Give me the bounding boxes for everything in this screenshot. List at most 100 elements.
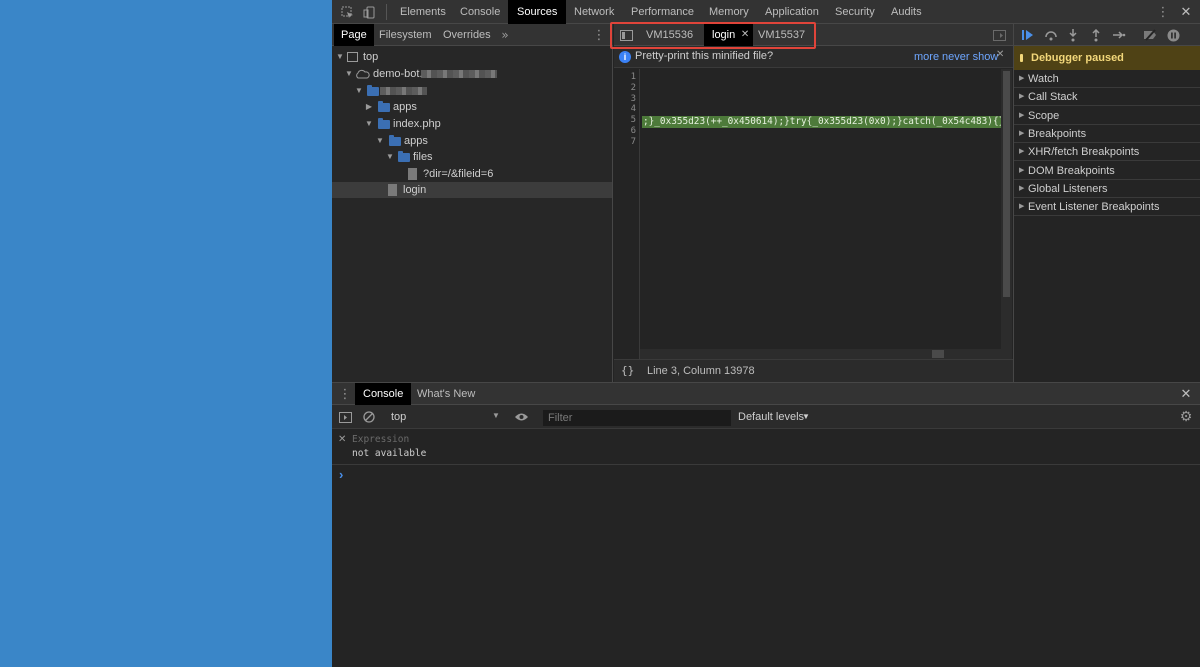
context-selector[interactable]: top ▼	[385, 409, 503, 425]
more-tabs-icon[interactable]: »	[499, 27, 511, 43]
close-drawer-icon[interactable]: ✕	[1178, 386, 1194, 402]
section-xhr-breakpoints[interactable]: ▶ XHR/fetch Breakpoints	[1014, 143, 1200, 161]
section-label: XHR/fetch Breakpoints	[1028, 146, 1140, 158]
section-call-stack[interactable]: ▶ Call Stack	[1014, 88, 1200, 106]
resume-icon[interactable]	[1020, 28, 1036, 42]
debugger-sidebar: Debugger paused ▶ Watch ▶ Call Stack ▶ Scop…	[1013, 24, 1200, 382]
editor-horizontal-scroll-thumb[interactable]	[932, 350, 944, 358]
tab-filesystem[interactable]: Filesystem	[372, 24, 439, 46]
section-label: Scope	[1028, 110, 1060, 122]
toggle-debugger-icon[interactable]	[992, 28, 1006, 42]
context-value: top	[391, 411, 407, 423]
show-sidebar-icon[interactable]	[338, 410, 352, 424]
log-levels-dropdown[interactable]: Default levels ▼	[738, 409, 818, 425]
console-settings-gear-icon[interactable]: ⚙	[1178, 409, 1194, 425]
step-into-icon[interactable]	[1066, 28, 1080, 42]
console-drawer: ⋮ Console What's New ✕ top ▼ Default lev…	[332, 382, 1200, 667]
tree-item-top[interactable]: ▼ top	[332, 49, 612, 65]
deactivate-breakpoints-icon[interactable]	[1142, 28, 1158, 42]
collapsed-arrow-icon: ▶	[1019, 130, 1025, 137]
expanded-arrow-icon: ▼	[336, 52, 344, 61]
tree-item-label: top	[363, 51, 379, 63]
section-breakpoints[interactable]: ▶ Breakpoints	[1014, 125, 1200, 143]
tab-performance[interactable]: Performance	[622, 0, 703, 24]
cloud-icon	[354, 66, 370, 82]
tree-item-files[interactable]: ▼ files	[332, 149, 612, 165]
remove-expression-icon[interactable]: ✕	[338, 434, 346, 445]
tree-item-login[interactable]: login	[332, 182, 612, 198]
editor-vertical-scroll-thumb[interactable]	[1003, 71, 1010, 297]
line-number: 6	[630, 126, 636, 136]
pause-on-exceptions-icon[interactable]	[1166, 28, 1180, 42]
tree-item-label: login	[403, 184, 427, 196]
navigator-menu-icon[interactable]: ⋮	[593, 27, 606, 43]
tab-sources[interactable]: Sources	[508, 0, 567, 24]
tree-item-domain[interactable]: ▼ demo-bot.	[332, 66, 612, 82]
folder-icon	[378, 101, 390, 112]
expanded-arrow-icon: ▼	[376, 136, 384, 145]
live-expression-eye-icon[interactable]	[513, 410, 529, 424]
dropdown-arrow-icon: ▼	[802, 412, 810, 421]
infobar-close-icon[interactable]: ✕	[996, 49, 1004, 60]
tab-page[interactable]: Page	[334, 24, 374, 46]
section-global-listeners[interactable]: ▶ Global Listeners	[1014, 180, 1200, 198]
section-label: Breakpoints	[1028, 128, 1087, 140]
infobar-never-show-link[interactable]: never show	[942, 51, 998, 63]
toolbar-divider	[386, 4, 387, 20]
drawer-menu-icon[interactable]: ⋮	[339, 386, 352, 402]
tab-console-drawer[interactable]: Console	[355, 383, 412, 405]
inspect-element-icon[interactable]	[340, 5, 354, 19]
tab-whats-new[interactable]: What's New	[409, 383, 483, 405]
clear-console-icon[interactable]	[362, 410, 376, 424]
tab-application[interactable]: Application	[756, 0, 828, 24]
tree-item-folder[interactable]: ▼	[332, 83, 612, 99]
section-dom-breakpoints[interactable]: ▶ DOM Breakpoints	[1014, 162, 1200, 180]
pretty-print-icon[interactable]: {}	[621, 364, 634, 377]
navigator-tabs: Page Filesystem Overrides » ⋮	[332, 24, 613, 46]
tab-network[interactable]: Network	[565, 0, 623, 24]
step-icon[interactable]	[1111, 28, 1127, 42]
close-devtools-icon[interactable]: ✕	[1178, 4, 1194, 20]
collapsed-arrow-icon: ▶	[1019, 203, 1025, 210]
tree-item-apps[interactable]: ▶ apps	[332, 99, 612, 115]
expanded-arrow-icon: ▼	[355, 86, 363, 95]
line-number: 4	[630, 104, 636, 114]
line-number: 2	[630, 83, 636, 93]
editor-horizontal-scrollbar[interactable]	[640, 349, 1001, 359]
live-expression: ✕ Expression not available	[332, 429, 1200, 465]
devtools-window: Elements Console Sources Network Perform…	[332, 0, 1200, 667]
section-scope[interactable]: ▶ Scope	[1014, 107, 1200, 125]
tree-item-apps[interactable]: ▼ apps	[332, 133, 612, 149]
expression-input[interactable]: Expression	[352, 434, 409, 445]
tab-memory[interactable]: Memory	[700, 0, 758, 24]
device-toolbar-icon[interactable]	[362, 5, 376, 19]
expanded-arrow-icon: ▼	[365, 119, 373, 128]
tree-item-file[interactable]: ?dir=/&fileid=6	[332, 166, 612, 182]
section-watch[interactable]: ▶ Watch	[1014, 70, 1200, 88]
console-filter-input[interactable]	[543, 410, 731, 426]
file-icon	[388, 184, 397, 196]
tab-overrides[interactable]: Overrides	[436, 24, 498, 46]
step-out-icon[interactable]	[1089, 28, 1103, 42]
tree-item-index-php[interactable]: ▼ index.php	[332, 116, 612, 132]
tab-audits[interactable]: Audits	[882, 0, 931, 24]
folder-icon	[398, 151, 410, 162]
devtools-main-toolbar: Elements Console Sources Network Perform…	[332, 0, 1200, 24]
source-editor: VM15536 login ✕ VM15537 i Pretty-print t…	[614, 24, 1013, 382]
tree-item-label: apps	[393, 101, 417, 113]
more-options-icon[interactable]: ⋮	[1157, 4, 1170, 20]
highlighted-code-line[interactable]: ;}_0x355d23(++_0x450614);}try{_0x355d23(…	[642, 116, 1011, 128]
tab-security[interactable]: Security	[826, 0, 884, 24]
tab-console[interactable]: Console	[451, 0, 509, 24]
tree-item-label: files	[413, 151, 433, 163]
section-label: Watch	[1028, 73, 1059, 85]
console-input[interactable]	[352, 467, 1192, 483]
step-over-icon[interactable]	[1043, 28, 1059, 42]
debugger-toolbar	[1014, 24, 1200, 46]
infobar-more-link[interactable]: more	[914, 51, 939, 63]
section-event-listener-breakpoints[interactable]: ▶ Event Listener Breakpoints	[1014, 198, 1200, 216]
drawer-tabs: ⋮ Console What's New ✕	[332, 383, 1200, 405]
collapsed-arrow-icon: ▶	[1019, 93, 1025, 100]
redacted-text	[421, 70, 497, 78]
tab-elements[interactable]: Elements	[391, 0, 455, 24]
